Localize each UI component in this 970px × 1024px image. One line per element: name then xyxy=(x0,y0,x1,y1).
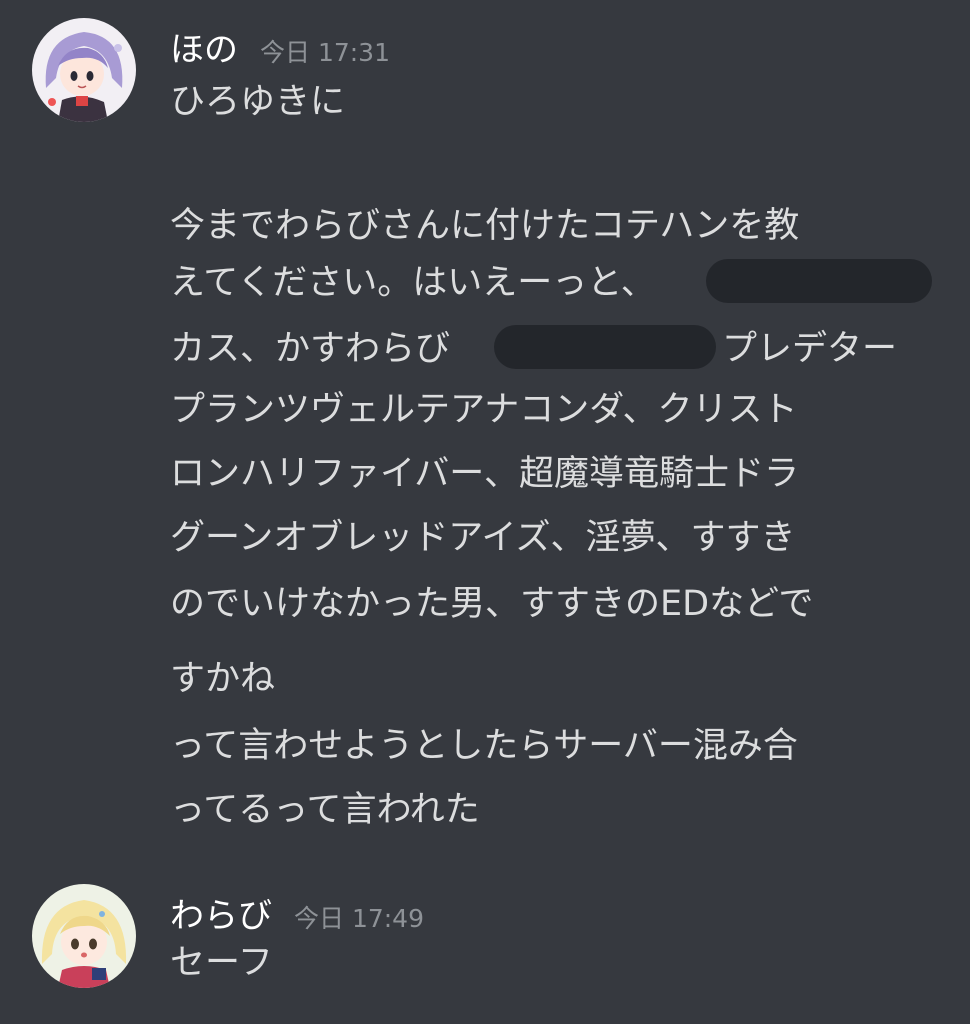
message-line: 今までわらびさんに付けたコテハンを教 xyxy=(170,206,800,246)
chat-message: わらび 今日 17:49 セーフ xyxy=(0,860,970,1024)
message-content: ひろゆきに 今までわらびさんに付けたコテハンを教 えてください。はいえーっと、 … xyxy=(170,0,950,860)
message-line: ひろゆきに xyxy=(170,82,346,122)
redaction-bar xyxy=(494,325,716,369)
message-line: セーフ xyxy=(170,943,273,983)
user-avatar[interactable] xyxy=(32,884,136,988)
message-line: ってるって言われた xyxy=(170,790,480,830)
message-line: すかね xyxy=(170,659,276,699)
message-line: プレデター xyxy=(722,329,898,369)
redaction-bar xyxy=(706,259,932,303)
anime-girl-purple-hair-avatar-icon xyxy=(32,18,136,122)
message-content: セーフ xyxy=(170,860,950,1024)
message-line: って言わせようとしたらサーバー混み合 xyxy=(170,726,798,766)
chat-message: ほの 今日 17:31 ひろゆきに 今までわらびさんに付けたコテハンを教 えてく… xyxy=(0,0,970,860)
anime-girl-blonde-hair-avatar-icon xyxy=(32,884,136,988)
message-line: グーンオブレッドアイズ、淫夢、すすき xyxy=(170,518,796,558)
message-line: カス、かすわらび xyxy=(170,329,451,369)
message-line: プランツヴェルテアナコンダ、クリスト xyxy=(170,390,798,430)
user-avatar[interactable] xyxy=(32,18,136,122)
message-line: ロンハリファイバー、超魔導竜騎士ドラ xyxy=(170,454,799,494)
message-line: えてください。はいえーっと、 xyxy=(170,263,656,303)
message-line: のでいけなかった男、すすきのEDなどで xyxy=(170,584,814,624)
